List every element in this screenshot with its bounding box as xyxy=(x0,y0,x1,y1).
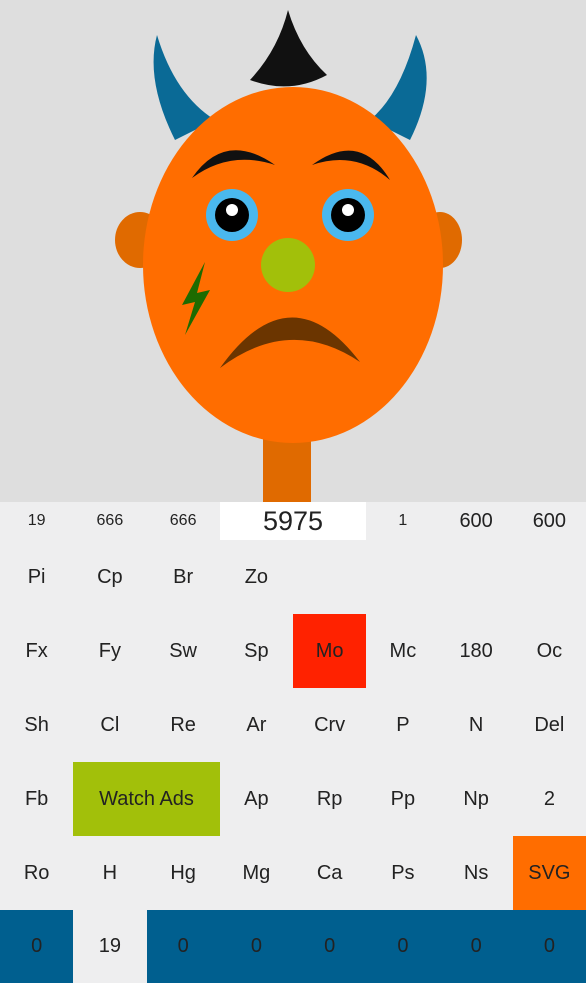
character-canvas[interactable] xyxy=(0,0,586,502)
tool-button-mo[interactable]: Mo xyxy=(293,614,367,688)
tool-button-h[interactable]: H xyxy=(73,836,146,910)
tool-button-600[interactable]: 600 xyxy=(513,502,586,540)
tool-button-1[interactable]: 1 xyxy=(366,502,439,540)
counter-0[interactable]: 0 xyxy=(219,910,293,983)
tool-button-re[interactable]: Re xyxy=(147,688,220,762)
tool-button-del[interactable]: Del xyxy=(513,688,586,762)
tool-button-pi[interactable]: Pi xyxy=(0,540,73,614)
tool-button-cl[interactable]: Cl xyxy=(73,688,146,762)
tool-button-rp[interactable]: Rp xyxy=(293,762,366,836)
right-glint xyxy=(342,204,354,216)
tool-button-666[interactable]: 666 xyxy=(147,502,220,540)
tool-button-crv[interactable]: Crv xyxy=(293,688,366,762)
tool-button-ps[interactable]: Ps xyxy=(366,836,439,910)
tool-button-svg[interactable]: SVG xyxy=(512,836,586,910)
tool-button-fb[interactable]: Fb xyxy=(0,762,73,836)
counter-0[interactable]: 0 xyxy=(439,910,513,983)
tool-button-19[interactable]: 19 xyxy=(0,502,73,540)
tool-button-pp[interactable]: Pp xyxy=(366,762,439,836)
tool-button-fx[interactable]: Fx xyxy=(0,614,73,688)
counter-0[interactable]: 0 xyxy=(0,910,74,983)
tool-button-mc[interactable]: Mc xyxy=(366,614,439,688)
nose xyxy=(261,238,315,292)
tool-button-br[interactable]: Br xyxy=(147,540,220,614)
tool-button-sh[interactable]: Sh xyxy=(0,688,73,762)
tool-button-180[interactable]: 180 xyxy=(440,614,513,688)
tool-button-666[interactable]: 666 xyxy=(73,502,146,540)
tool-button-zo[interactable]: Zo xyxy=(220,540,293,614)
tool-button-5975[interactable]: 5975 xyxy=(219,502,367,540)
tool-button-watch-ads[interactable]: Watch Ads xyxy=(73,762,220,836)
tool-button-600[interactable]: 600 xyxy=(440,502,513,540)
counter-0[interactable]: 0 xyxy=(293,910,367,983)
counter-0[interactable]: 0 xyxy=(366,910,440,983)
tool-button-hg[interactable]: Hg xyxy=(147,836,220,910)
tool-button-oc[interactable]: Oc xyxy=(513,614,586,688)
left-glint xyxy=(226,204,238,216)
tool-button-ar[interactable]: Ar xyxy=(220,688,293,762)
tool-button-fy[interactable]: Fy xyxy=(73,614,146,688)
tool-button-p[interactable]: P xyxy=(366,688,439,762)
tool-button-cp[interactable]: Cp xyxy=(73,540,146,614)
tool-button-n[interactable]: N xyxy=(440,688,513,762)
tool-button-ro[interactable]: Ro xyxy=(0,836,73,910)
counter-0[interactable]: 0 xyxy=(512,910,586,983)
counter-19[interactable]: 19 xyxy=(73,910,146,983)
mohawk xyxy=(250,10,327,87)
tool-button-sw[interactable]: Sw xyxy=(147,614,220,688)
tool-button-ap[interactable]: Ap xyxy=(220,762,293,836)
counter-0[interactable]: 0 xyxy=(146,910,220,983)
tool-button-2[interactable]: 2 xyxy=(513,762,586,836)
tool-button-np[interactable]: Np xyxy=(440,762,513,836)
tool-button-mg[interactable]: Mg xyxy=(220,836,293,910)
tool-button-ca[interactable]: Ca xyxy=(293,836,366,910)
tool-button-sp[interactable]: Sp xyxy=(220,614,293,688)
tool-button-ns[interactable]: Ns xyxy=(440,836,513,910)
